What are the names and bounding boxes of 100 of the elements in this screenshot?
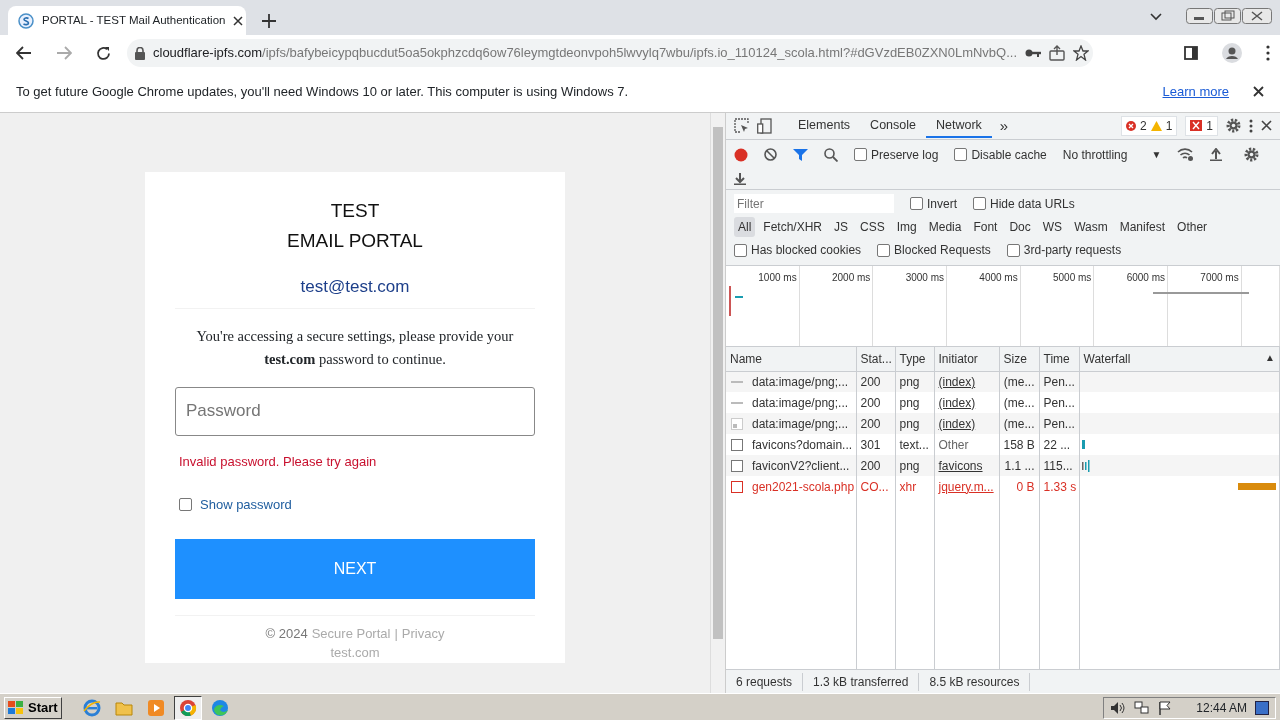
type-filter-button[interactable]: Font	[969, 217, 1002, 238]
devtools-tab[interactable]: Network	[926, 113, 992, 139]
type-filter-button[interactable]: JS	[830, 217, 853, 238]
upload-icon[interactable]	[1210, 148, 1223, 162]
hide-data-urls-checkbox[interactable]	[973, 197, 986, 211]
timeline-tick: 7000 ms	[1200, 271, 1239, 283]
request-name[interactable]: gen2021-scola.php	[752, 477, 855, 496]
preserve-log-label[interactable]: Preserve log	[871, 145, 939, 164]
show-password-checkbox[interactable]	[179, 498, 192, 512]
password-field[interactable]: Password	[175, 386, 535, 436]
settings-icon[interactable]	[1226, 118, 1241, 134]
volume-icon[interactable]	[1110, 700, 1127, 715]
key-icon[interactable]	[1025, 48, 1042, 58]
network-icon[interactable]	[1134, 700, 1151, 715]
show-desktop-icon[interactable]	[1255, 700, 1269, 715]
third-party-label[interactable]: 3rd-party requests	[1023, 241, 1122, 260]
blocked-cookies-checkbox[interactable]	[734, 243, 747, 257]
type-filter-button[interactable]: CSS	[856, 217, 889, 238]
timeline-tick: 5000 ms	[1053, 271, 1092, 283]
separator: |	[394, 624, 398, 643]
blocked-cookies-label[interactable]: Has blocked cookies	[751, 241, 862, 260]
throttling-dropdown[interactable]: No throttling ▼	[1062, 145, 1162, 164]
url-text: cloudflare-ipfs.com/ipfs/bafybeicypqbucdut5oa5okphzcdq6ow76leymgtdeonvpoh5lwvylq7wbu/ipfs.io_110124_scola.html?#dGVzdEB0ZXN0LmNvbQ...	[153, 45, 1018, 61]
windows-logo-icon	[8, 700, 24, 715]
error-message: Invalid password. Please try again	[179, 452, 378, 471]
flag-icon[interactable]	[1158, 700, 1173, 715]
profile-icon[interactable]	[1222, 43, 1242, 63]
disable-cache-label[interactable]: Disable cache	[971, 145, 1047, 164]
status-cell: 200	[856, 455, 895, 477]
initiator-link[interactable]: jquery.m...	[938, 479, 994, 494]
column-header[interactable]: Name	[730, 351, 762, 366]
side-panel-icon[interactable]	[1184, 46, 1198, 60]
devtools-tab[interactable]: Console	[860, 113, 926, 139]
network-conditions-icon[interactable]	[1177, 148, 1195, 162]
start-button[interactable]: Start	[4, 696, 62, 719]
inspect-icon[interactable]	[734, 118, 749, 134]
instruction-text: You're accessing a secure settings, please provide your test.com password to continue.	[195, 326, 515, 369]
request-name[interactable]: favicons?domain...	[752, 435, 853, 454]
learn-more-link[interactable]: Learn more	[1162, 81, 1229, 102]
scrollbar[interactable]	[710, 113, 725, 693]
type-filter-button[interactable]: Media	[924, 217, 966, 238]
waterfall-bar	[1237, 483, 1276, 491]
invert-checkbox[interactable]	[910, 197, 923, 211]
blocked-requests-checkbox[interactable]	[877, 243, 891, 257]
filter-icon[interactable]	[793, 147, 808, 162]
type-cell: png	[895, 455, 934, 477]
type-filter-button[interactable]: Other	[1173, 217, 1212, 238]
close-icon[interactable]	[233, 15, 244, 26]
type-filter-button[interactable]: Manifest	[1115, 217, 1170, 238]
size-cell: 0 B	[999, 476, 1039, 498]
third-party-checkbox[interactable]	[1006, 243, 1020, 257]
preserve-log-checkbox[interactable]	[854, 148, 867, 162]
column-header[interactable]: Waterfall	[1083, 349, 1131, 368]
type-filter-button[interactable]: All	[734, 217, 756, 238]
chrome-icon[interactable]	[178, 698, 197, 717]
search-icon[interactable]	[824, 147, 838, 162]
type-filter-button[interactable]: Img	[892, 217, 921, 238]
invert-label[interactable]: Invert	[927, 194, 957, 213]
menu-icon[interactable]	[1266, 45, 1270, 61]
type-filter-button[interactable]: WS	[1038, 217, 1067, 238]
more-options-icon[interactable]	[1249, 118, 1253, 133]
filter-field[interactable]: Filter	[734, 194, 894, 214]
type-cell: xhr	[895, 476, 934, 498]
initiator-link[interactable]: (index)	[938, 395, 976, 410]
back-icon[interactable]	[16, 46, 32, 60]
settings-icon[interactable]	[1244, 147, 1260, 163]
status-cell: CO...	[856, 476, 895, 498]
new-tab-icon[interactable]	[262, 13, 276, 28]
close-icon[interactable]	[1253, 86, 1264, 97]
clear-icon[interactable]	[764, 148, 777, 162]
status-cell: 200	[856, 413, 895, 435]
disable-cache-checkbox[interactable]	[954, 148, 968, 162]
infobar-message: To get future Google Chrome updates, you'll need Windows 10 or later. This computer is using Windows 7.	[16, 82, 630, 101]
browser-e-icon[interactable]	[82, 698, 101, 717]
blocked-requests-label[interactable]: Blocked Requests	[894, 241, 991, 260]
hide-data-urls-label[interactable]: Hide data URLs	[990, 194, 1075, 213]
share-icon[interactable]	[1049, 45, 1066, 61]
reload-icon[interactable]	[96, 45, 111, 61]
star-icon[interactable]	[1073, 45, 1090, 61]
address-bar[interactable]: cloudflare-ipfs.com/ipfs/bafybeicypqbucdut5oa5okphzcdq6ow76leymgtdeonvpoh5lwvylq7wbu/ipfs.io_110124_scola.html?#dGVzdEB0ZXN0LmNvbQ...	[127, 39, 1093, 67]
record-icon[interactable]	[734, 147, 748, 162]
show-password-label[interactable]: Show password	[200, 495, 292, 515]
type-filter-button[interactable]: Doc	[1005, 217, 1035, 238]
time-cell: 115...	[1039, 455, 1079, 477]
download-icon[interactable]	[734, 171, 746, 185]
issues-badge[interactable]: 1	[1185, 115, 1218, 136]
request-name[interactable]: data:image/png;...	[752, 393, 849, 412]
errors-warnings-badge[interactable]: 2 1	[1120, 115, 1178, 136]
window-controls-icon[interactable]	[1186, 8, 1272, 26]
dropdown-icon[interactable]	[1150, 13, 1162, 21]
device-icon[interactable]	[757, 117, 772, 134]
sort-arrow[interactable]: ▲	[1265, 349, 1275, 368]
warning-icon	[1150, 120, 1162, 131]
more-tabs-button[interactable]: »	[999, 114, 1009, 138]
type-filter-button[interactable]: Fetch/XHR	[759, 217, 827, 238]
type-filter-button[interactable]: Wasm	[1070, 217, 1112, 238]
summary-text: 8.5 kB resources	[919, 672, 1031, 691]
close-icon[interactable]	[1261, 120, 1272, 132]
initiator-text: Other	[938, 437, 969, 452]
devtools-tab[interactable]: Elements	[788, 113, 861, 139]
